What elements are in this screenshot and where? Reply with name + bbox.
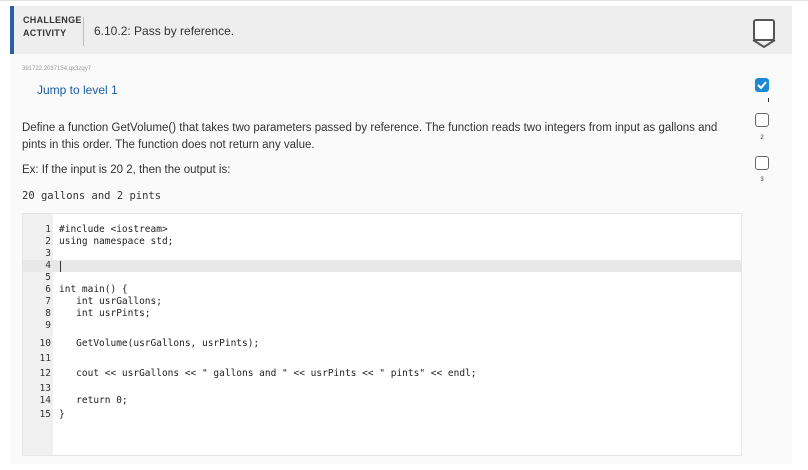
challenge-activity-panel: CHALLENGE ACTIVITY 6.10.2: Pass by refer…	[10, 6, 792, 464]
line-number: 8	[45, 308, 51, 319]
activity-title: 6.10.2: Pass by reference.	[94, 24, 235, 38]
code-line[interactable]: 2 using namespace std;	[23, 236, 741, 248]
code-line[interactable]: 12 cout << usrGallons << " gallons and "…	[23, 368, 741, 380]
code-text[interactable]: GetVolume(usrGallons, usrPints);	[59, 338, 259, 350]
code-text[interactable]: int usrGallons;	[59, 296, 162, 308]
code-line[interactable]: 10 GetVolume(usrGallons, usrPints);	[23, 338, 741, 350]
checkbox-outline-icon	[755, 21, 773, 39]
line-number: 7	[45, 296, 51, 307]
code-line[interactable]: 5	[23, 272, 741, 284]
code-text[interactable]: using namespace std;	[59, 236, 173, 248]
code-line[interactable]: 11	[23, 353, 741, 365]
code-text[interactable]: int usrPints;	[59, 308, 150, 320]
line-number: 15	[39, 409, 51, 420]
header-accent-bar	[10, 6, 14, 54]
problem-description: Define a function GetVolume() that takes…	[22, 122, 718, 151]
line-number: 11	[39, 353, 51, 364]
activity-type-line2: ACTIVITY	[23, 28, 67, 38]
example-text: Ex: If the input is 20 2, then the outpu…	[22, 164, 231, 176]
checkbox-base-icon	[752, 39, 776, 49]
code-line[interactable]: 9	[23, 320, 741, 332]
activity-header: CHALLENGE ACTIVITY 6.10.2: Pass by refer…	[10, 6, 792, 54]
code-editor[interactable]: 1 #include <iostream> 2 using namespace …	[22, 213, 742, 456]
text-cursor	[60, 261, 61, 272]
code-line[interactable]: 14 return 0;	[23, 395, 741, 407]
activity-id: 391722.2037154.qx3zqy7	[22, 66, 92, 72]
level-3-number: 3	[760, 177, 764, 183]
code-text[interactable]: return 0;	[59, 395, 127, 407]
level-2-box-icon[interactable]	[755, 113, 769, 127]
code-line[interactable]: 13	[23, 383, 741, 395]
code-line[interactable]: 7 int usrGallons;	[23, 296, 741, 308]
code-text[interactable]: #include <iostream>	[59, 224, 168, 236]
level-2-number: 2	[760, 135, 764, 141]
line-number: 12	[39, 368, 51, 379]
code-text[interactable]: }	[59, 409, 65, 421]
line-number: 10	[39, 338, 51, 349]
level-1-marker	[768, 98, 769, 102]
code-line[interactable]: 4	[23, 260, 741, 272]
activity-type-label: CHALLENGE ACTIVITY	[23, 14, 82, 40]
level-progress: 1 2 3	[755, 78, 785, 198]
code-line[interactable]: 15 }	[23, 409, 741, 421]
line-number: 2	[45, 236, 51, 247]
line-number: 3	[45, 248, 51, 259]
line-number: 14	[39, 395, 51, 406]
line-number: 9	[45, 320, 51, 331]
code-line[interactable]: 8 int usrPints;	[23, 308, 741, 320]
completion-checkbox-icon	[753, 19, 775, 41]
activity-type-line1: CHALLENGE	[23, 15, 82, 25]
code-line[interactable]: 6 int main() {	[23, 284, 741, 296]
jump-to-level-link[interactable]: Jump to level 1	[37, 83, 118, 97]
code-text[interactable]: int main() {	[59, 284, 128, 296]
header-divider	[83, 17, 84, 46]
line-number: 13	[39, 383, 51, 394]
top-divider	[0, 0, 808, 1]
level-3-box-icon[interactable]	[755, 156, 769, 170]
checkmark-icon	[757, 81, 767, 90]
line-number: 6	[45, 284, 51, 295]
line-number: 5	[45, 272, 51, 283]
line-number: 4	[45, 260, 51, 271]
code-line[interactable]: 1 #include <iostream>	[23, 224, 741, 236]
example-output: 20 gallons and 2 pints	[22, 190, 162, 202]
code-text[interactable]: cout << usrGallons << " gallons and " <<…	[59, 368, 476, 380]
code-line[interactable]: 3	[23, 248, 741, 260]
line-number: 1	[45, 224, 51, 235]
level-1-completed-icon[interactable]	[755, 78, 769, 92]
